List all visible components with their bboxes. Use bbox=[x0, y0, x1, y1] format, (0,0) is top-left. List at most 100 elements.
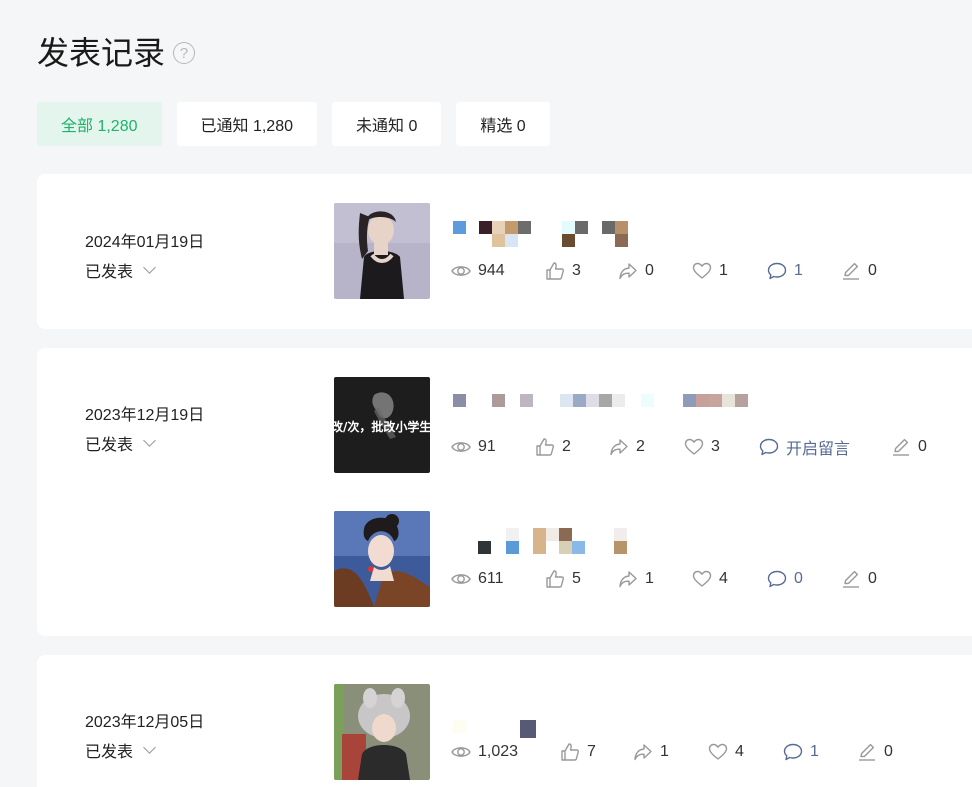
edits-count: 0 bbox=[918, 438, 927, 455]
eye-icon bbox=[451, 742, 471, 762]
shares-stat: 0 bbox=[618, 261, 692, 281]
views-stat: 1,023 bbox=[451, 742, 560, 762]
pencil-icon bbox=[857, 742, 877, 762]
thumbs-up-icon bbox=[535, 437, 555, 457]
record-date-block: 2023年12月19日 已发表 bbox=[85, 401, 204, 455]
comment-icon bbox=[767, 569, 787, 589]
views-count: 944 bbox=[478, 262, 505, 279]
eye-icon bbox=[451, 569, 471, 589]
share-icon bbox=[633, 742, 653, 762]
status-dropdown[interactable]: 已发表 bbox=[85, 258, 204, 282]
shares-count: 1 bbox=[645, 570, 654, 587]
post-thumbnail[interactable] bbox=[334, 203, 430, 299]
status-label: 已发表 bbox=[85, 744, 134, 761]
post-title-pixelated[interactable] bbox=[451, 393, 771, 427]
record-date: 2024年01月19日 bbox=[85, 234, 205, 251]
filter-tabs: 全部 1,280 已通知 1,280 未通知 0 精选 0 bbox=[37, 102, 550, 146]
views-count: 1,023 bbox=[478, 743, 519, 760]
filter-tab-featured[interactable]: 精选 0 bbox=[456, 102, 550, 146]
wow-count: 4 bbox=[735, 743, 744, 760]
post-title-pixelated[interactable] bbox=[451, 700, 771, 738]
wow-stat: 4 bbox=[692, 569, 767, 589]
comments-count: 1 bbox=[794, 262, 803, 279]
record-date-block: 2024年01月19日 已发表 bbox=[85, 228, 204, 282]
record-date-block: 2023年12月05日 已发表 bbox=[85, 708, 204, 762]
thumbs-up-icon bbox=[545, 569, 565, 589]
edits-stat: 0 bbox=[891, 437, 927, 457]
record-date: 2023年12月05日 bbox=[85, 714, 205, 731]
chevron-down-icon bbox=[143, 261, 156, 274]
shares-count: 1 bbox=[660, 743, 669, 760]
wow-count: 1 bbox=[719, 262, 728, 279]
chevron-down-icon bbox=[143, 434, 156, 447]
pencil-icon bbox=[891, 437, 911, 457]
wow-stat: 1 bbox=[692, 261, 767, 281]
edits-stat: 0 bbox=[857, 742, 893, 762]
heart-icon bbox=[692, 569, 712, 589]
edits-count: 0 bbox=[868, 262, 877, 279]
filter-tab-all[interactable]: 全部 1,280 bbox=[37, 102, 162, 146]
comments-stat[interactable]: 1 bbox=[767, 261, 841, 281]
views-count: 91 bbox=[478, 438, 496, 455]
post-stats: 944 3 0 1 1 0 bbox=[451, 261, 877, 281]
record-card: 2023年12月05日 已发表 1,023 7 1 4 1 0 bbox=[37, 655, 972, 787]
page-title-text: 发表记录 bbox=[37, 35, 166, 71]
views-stat: 611 bbox=[451, 569, 545, 589]
thumbs-up-icon bbox=[560, 742, 580, 762]
heart-icon bbox=[692, 261, 712, 281]
post-title-pixelated[interactable] bbox=[451, 219, 771, 253]
likes-stat: 5 bbox=[545, 569, 618, 589]
help-icon[interactable]: ? bbox=[173, 42, 196, 64]
likes-count: 3 bbox=[572, 262, 581, 279]
status-dropdown[interactable]: 已发表 bbox=[85, 431, 204, 455]
page-title: 发表记录 ? bbox=[37, 28, 196, 74]
post-stats: 1,023 7 1 4 1 0 bbox=[451, 742, 893, 762]
comment-icon bbox=[783, 742, 803, 762]
likes-stat: 2 bbox=[535, 437, 609, 457]
views-count: 611 bbox=[478, 570, 504, 587]
record-card: 2023年12月19日 已发表 改/次，批改小学生作 bbox=[37, 348, 972, 636]
edits-stat: 0 bbox=[841, 569, 877, 589]
wow-stat: 4 bbox=[708, 742, 783, 762]
heart-icon bbox=[684, 437, 704, 457]
thumbnail-caption: 改/次，批改小学生作 bbox=[334, 419, 430, 434]
likes-stat: 7 bbox=[560, 742, 633, 762]
eye-icon bbox=[451, 261, 471, 281]
thumbs-up-icon bbox=[545, 261, 565, 281]
post-stats: 611 5 1 4 0 0 bbox=[451, 569, 877, 589]
record-date: 2023年12月19日 bbox=[85, 407, 205, 424]
post-stats: 91 2 2 3 开启留言 0 bbox=[451, 435, 927, 459]
comments-stat[interactable]: 0 bbox=[767, 569, 841, 589]
filter-tab-notified[interactable]: 已通知 1,280 bbox=[176, 102, 317, 146]
shares-stat: 1 bbox=[618, 569, 692, 589]
status-dropdown[interactable]: 已发表 bbox=[85, 738, 204, 762]
edits-count: 0 bbox=[884, 743, 893, 760]
share-icon bbox=[618, 261, 638, 281]
comments-count: 1 bbox=[810, 743, 819, 760]
post-thumbnail[interactable] bbox=[334, 511, 430, 607]
pencil-icon bbox=[841, 261, 861, 281]
edits-stat: 0 bbox=[841, 261, 877, 281]
post-title-pixelated[interactable] bbox=[451, 527, 771, 561]
likes-stat: 3 bbox=[545, 261, 618, 281]
open-comments-button[interactable]: 开启留言 bbox=[759, 435, 891, 459]
post-thumbnail[interactable] bbox=[334, 684, 430, 780]
shares-stat: 1 bbox=[633, 742, 708, 762]
filter-tab-not-notified[interactable]: 未通知 0 bbox=[332, 102, 442, 146]
likes-count: 7 bbox=[587, 743, 596, 760]
views-stat: 944 bbox=[451, 261, 545, 281]
wow-count: 4 bbox=[719, 570, 728, 587]
eye-icon bbox=[451, 437, 471, 457]
views-stat: 91 bbox=[451, 437, 535, 457]
comments-stat[interactable]: 1 bbox=[783, 742, 857, 762]
likes-count: 5 bbox=[572, 570, 581, 587]
status-label: 已发表 bbox=[85, 437, 134, 454]
wow-count: 3 bbox=[711, 438, 720, 455]
pencil-icon bbox=[841, 569, 861, 589]
shares-count: 2 bbox=[636, 438, 645, 455]
shares-count: 0 bbox=[645, 262, 654, 279]
edits-count: 0 bbox=[868, 570, 877, 587]
status-label: 已发表 bbox=[85, 264, 134, 281]
share-icon bbox=[618, 569, 638, 589]
post-thumbnail[interactable]: 改/次，批改小学生作 bbox=[334, 377, 430, 473]
